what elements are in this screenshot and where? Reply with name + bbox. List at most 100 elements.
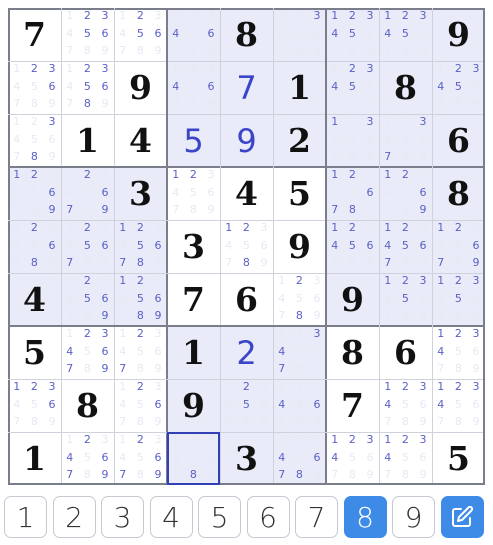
candidate-6: 6 (419, 185, 427, 199)
digit-button-7[interactable]: 7 (295, 496, 338, 538)
cell-r1-c5[interactable]: 8 (220, 8, 273, 61)
cell-r1-c6[interactable]: 123 456 789 (273, 8, 326, 61)
cell-r5-c3[interactable]: 123 456 789 (114, 220, 167, 273)
cell-r7-c9[interactable]: 123456789 (432, 326, 485, 379)
cell-r8-c8[interactable]: 123 456 789 (379, 379, 432, 432)
cell-r6-c7[interactable]: 9 (326, 273, 379, 326)
cell-r5-c9[interactable]: 123456789 (432, 220, 485, 273)
digit-button-6[interactable]: 6 (246, 496, 290, 538)
cell-r6-c2[interactable]: 123 456 789 (61, 273, 114, 326)
cell-r4-c6[interactable]: 5 (273, 167, 326, 220)
cell-r6-c1[interactable]: 4 (8, 273, 61, 326)
cell-r8-c7[interactable]: 7 (326, 379, 379, 432)
cell-r9-c5[interactable]: 3 (220, 432, 273, 485)
cell-r1-c1[interactable]: 7 (8, 8, 61, 61)
cell-r2-c2[interactable]: 123 456 789 (61, 61, 114, 114)
cell-r1-c7[interactable]: 123 456 789 (326, 8, 379, 61)
cell-r7-c6[interactable]: 123 456 789 (273, 326, 326, 379)
edit-mode-button[interactable] (440, 496, 484, 538)
cell-r7-c3[interactable]: 123 456 789 (114, 326, 167, 379)
cell-r3-c7[interactable]: 123 456 789 (326, 114, 379, 167)
cell-r6-c9[interactable]: 123456789 (432, 273, 485, 326)
cell-r7-c7[interactable]: 8 (326, 326, 379, 379)
cell-r5-c2[interactable]: 123 456 789 (61, 220, 114, 273)
cell-r9-c3[interactable]: 123456789 (114, 432, 167, 485)
cell-r8-c2[interactable]: 8 (61, 379, 114, 432)
cell-r2-c4[interactable]: 123 456 789 (167, 61, 220, 114)
cell-r5-c6[interactable]: 9 (273, 220, 326, 273)
cell-r8-c6[interactable]: 123 456 789 (273, 379, 326, 432)
cell-r1-c2[interactable]: 123 456 789 (61, 8, 114, 61)
digit-button-3[interactable]: 3 (101, 496, 144, 538)
cell-r6-c6[interactable]: 123 456 789 (273, 273, 326, 326)
cell-r4-c4[interactable]: 123 456 789 (167, 167, 220, 220)
cell-r9-c7[interactable]: 123456789 (326, 432, 379, 485)
cell-r6-c4[interactable]: 7 (167, 273, 220, 326)
digit-button-8[interactable]: 8 (343, 496, 387, 538)
cell-r9-c1[interactable]: 1 (8, 432, 61, 485)
cell-r7-c2[interactable]: 123 456 789 (61, 326, 114, 379)
cell-r8-c1[interactable]: 123 456 789 (8, 379, 61, 432)
digit-button-2[interactable]: 2 (52, 496, 96, 538)
cell-r9-c8[interactable]: 123456789 (379, 432, 432, 485)
cell-r3-c1[interactable]: 123 456 789 (8, 114, 61, 167)
cell-r9-c2[interactable]: 123456789 (61, 432, 114, 485)
candidate-8: 8 (295, 362, 303, 376)
cell-r2-c1[interactable]: 123 456 789 (8, 61, 61, 114)
cell-r4-c9[interactable]: 8 (432, 167, 485, 220)
candidate-1: 1 (119, 274, 127, 287)
cell-r1-c8[interactable]: 123 456 789 (379, 8, 432, 61)
cell-r3-c5[interactable]: 9 (220, 114, 273, 167)
cell-r8-c5[interactable]: 123 456 789 (220, 379, 273, 432)
cell-r3-c6[interactable]: 2 (273, 114, 326, 167)
cell-r7-c8[interactable]: 6 (379, 326, 432, 379)
cell-r5-c5[interactable]: 123 456 789 (220, 220, 273, 273)
candidate-7: 7 (437, 362, 445, 376)
cell-r4-c1[interactable]: 123 456 789 (8, 167, 61, 220)
cell-r1-c9[interactable]: 9 (432, 8, 485, 61)
cell-r9-c9[interactable]: 5 (432, 432, 485, 485)
cell-r6-c5[interactable]: 6 (220, 273, 273, 326)
candidate-1: 1 (331, 9, 339, 22)
cell-r3-c8[interactable]: 123 456 789 (379, 114, 432, 167)
cell-r2-c8[interactable]: 8 (379, 61, 432, 114)
digit-button-5[interactable]: 5 (198, 496, 241, 538)
cell-r4-c8[interactable]: 123 456 789 (379, 167, 432, 220)
digit-button-4[interactable]: 4 (149, 496, 193, 538)
cell-r2-c6[interactable]: 1 (273, 61, 326, 114)
cell-r8-c4[interactable]: 9 (167, 379, 220, 432)
candidate-6: 6 (419, 397, 427, 411)
cell-r6-c8[interactable]: 123 456 789 (379, 273, 432, 326)
cell-r3-c4[interactable]: 5 (167, 114, 220, 167)
cell-r7-c4[interactable]: 1 (167, 326, 220, 379)
grid-line-horizontal (8, 219, 485, 221)
cell-r2-c3[interactable]: 9 (114, 61, 167, 114)
digit-button-1[interactable]: 1 (4, 496, 47, 538)
candidate-2: 2 (348, 115, 356, 128)
cell-r5-c1[interactable]: 123 456 789 (8, 220, 61, 273)
cell-r4-c7[interactable]: 123 456 789 (326, 167, 379, 220)
cell-r7-c1[interactable]: 5 (8, 326, 61, 379)
cell-r2-c7[interactable]: 123 456 789 (326, 61, 379, 114)
cell-r6-c3[interactable]: 123 456 789 (114, 273, 167, 326)
cell-r1-c4[interactable]: 123 456 789 (167, 8, 220, 61)
cell-r7-c5[interactable]: 2 (220, 326, 273, 379)
cell-r1-c3[interactable]: 123 456 789 (114, 8, 167, 61)
cell-r5-c4[interactable]: 3 (167, 220, 220, 273)
cell-r5-c8[interactable]: 123 456 789 (379, 220, 432, 273)
cell-r8-c3[interactable]: 123 456 789 (114, 379, 167, 432)
cell-r3-c9[interactable]: 6 (432, 114, 485, 167)
cell-r5-c7[interactable]: 123 456 789 (326, 220, 379, 273)
cell-r2-c9[interactable]: 123456789 (432, 61, 485, 114)
candidate-8: 8 (348, 150, 356, 164)
candidate-4: 4 (384, 397, 392, 411)
cell-r9-c6[interactable]: 123456789 (273, 432, 326, 485)
cell-r4-c2[interactable]: 123 456 789 (61, 167, 114, 220)
cell-r3-c2[interactable]: 1 (61, 114, 114, 167)
cell-r4-c5[interactable]: 4 (220, 167, 273, 220)
digit-button-9[interactable]: 9 (392, 496, 435, 538)
cell-r2-c5[interactable]: 7 (220, 61, 273, 114)
cell-r3-c3[interactable]: 4 (114, 114, 167, 167)
cell-r8-c9[interactable]: 123456789 (432, 379, 485, 432)
cell-r4-c3[interactable]: 3 (114, 167, 167, 220)
